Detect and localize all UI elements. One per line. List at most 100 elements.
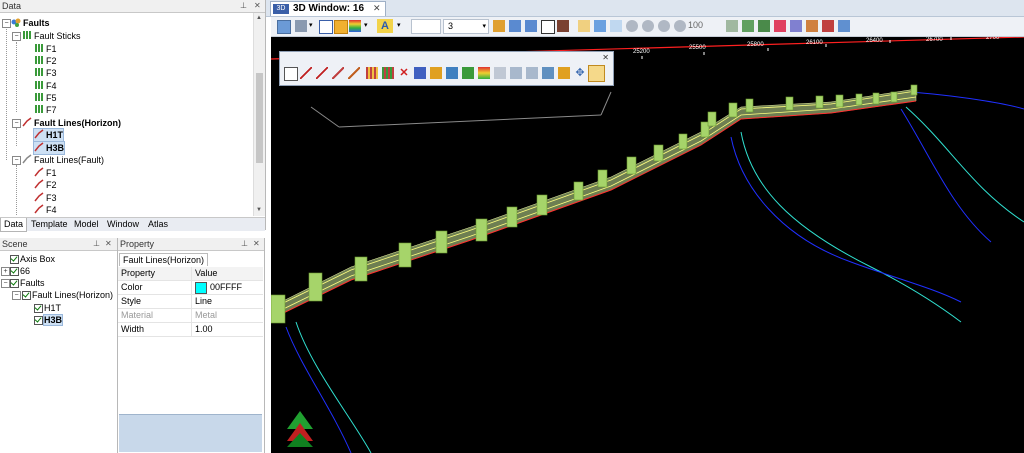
edit-stick-icon[interactable] — [332, 67, 344, 79]
tree-item-fault-stick[interactable]: F5 — [34, 92, 57, 104]
toolbar-colorbar-icon[interactable] — [349, 20, 361, 32]
tree-item-fault-stick[interactable]: F2 — [34, 55, 57, 67]
color-swatch[interactable] — [195, 281, 207, 294]
toolbar-well-icon[interactable] — [806, 20, 818, 32]
dropdown-arrow-icon[interactable]: ▾ — [482, 20, 486, 33]
3d-scene[interactable]: 25200 25500 25800 26100 26400 26700 2700 — [271, 37, 1024, 453]
close-toolbar-icon[interactable]: ✕ — [602, 53, 609, 62]
tree-item-fault-line[interactable]: F2 — [34, 179, 57, 191]
collapse-icon[interactable]: − — [1, 279, 10, 288]
fit-view-icon[interactable] — [588, 65, 605, 82]
scroll-thumb[interactable] — [256, 73, 263, 163]
tab-model[interactable]: Model — [71, 218, 102, 231]
tab-atlas[interactable]: Atlas — [145, 218, 171, 231]
fault-tool-10-icon[interactable] — [558, 67, 570, 79]
toolbar-mesh-icon[interactable] — [790, 20, 802, 32]
tab-data[interactable]: Data — [0, 218, 28, 232]
toolbar-pan-icon[interactable] — [525, 20, 537, 32]
tree-item-fault-stick[interactable]: F3 — [34, 67, 57, 79]
visibility-checkbox[interactable] — [22, 291, 31, 301]
fault-tool-3-icon[interactable] — [446, 67, 458, 79]
toolbar-slice-z-icon[interactable] — [610, 20, 622, 32]
scroll-up-icon[interactable]: ▲ — [256, 15, 262, 21]
scene-item-h3b[interactable]: H3B — [34, 314, 64, 326]
property-row-style[interactable]: Style Line — [118, 295, 263, 309]
play-end-icon[interactable] — [674, 20, 686, 32]
tree-node-faults[interactable]: − Faults — [0, 17, 50, 29]
fault-tool-4-icon[interactable] — [462, 67, 474, 79]
fault-tool-9-icon[interactable] — [542, 67, 554, 79]
tree-item-horizon-line[interactable]: H1T — [32, 128, 65, 142]
fault-tool-8-icon[interactable] — [526, 67, 538, 79]
toolbar-rotate-icon[interactable] — [509, 20, 521, 32]
toolbar-window-icon[interactable] — [319, 20, 333, 34]
toolbar-ruler-icon[interactable] — [493, 20, 505, 32]
toolbar-slice-y-icon[interactable] — [594, 20, 606, 32]
grid-stick-icon[interactable] — [366, 67, 378, 79]
toolbar-zoom-icon[interactable] — [838, 20, 850, 32]
move-tool-icon[interactable]: ✥ — [574, 67, 586, 79]
3d-viewport[interactable]: 25200 25500 25800 26100 26400 26700 2700 — [271, 37, 1024, 453]
toolbar-blank-input[interactable] — [411, 19, 441, 34]
fault-tool-5-icon[interactable] — [478, 67, 490, 79]
fault-surface-band[interactable] — [271, 88, 917, 320]
tree-item-horizon-line[interactable]: H3B — [32, 141, 66, 155]
fault-tool-6-icon[interactable] — [494, 67, 506, 79]
property-value[interactable]: 1.00 — [192, 323, 263, 336]
toolbar-slice-x-icon[interactable] — [578, 20, 590, 32]
property-row-width[interactable]: Width 1.00 — [118, 323, 263, 337]
scene-item-h1t[interactable]: H1T — [34, 302, 61, 314]
toolbar-image-icon[interactable] — [277, 20, 291, 34]
scroll-down-icon[interactable]: ▼ — [256, 207, 262, 213]
collapse-icon[interactable]: − — [12, 291, 21, 300]
collapse-icon[interactable]: − — [12, 156, 21, 165]
dropdown-arrow-icon[interactable]: ▾ — [309, 21, 313, 29]
merge-stick-icon[interactable] — [382, 67, 394, 79]
tree-item-fault-line[interactable]: F1 — [34, 167, 57, 179]
toolbar-text-icon[interactable]: A — [377, 19, 393, 33]
toolbar-layout-icon[interactable] — [334, 20, 348, 34]
toolbar-surface1-icon[interactable] — [726, 20, 738, 32]
toolbar-fault-icon[interactable] — [822, 20, 834, 32]
toolbar-surface2-icon[interactable] — [742, 20, 754, 32]
dropdown-arrow-icon[interactable]: ▾ — [364, 21, 368, 29]
tree-item-fault-stick[interactable]: F7 — [34, 104, 57, 116]
toolbar-surface3-icon[interactable] — [758, 20, 770, 32]
scene-item-fault-lines[interactable]: − Fault Lines(Horizon) — [12, 289, 113, 301]
property-tab[interactable]: Fault Lines(Horizon) — [119, 253, 209, 266]
toolbar-export-icon[interactable] — [295, 20, 307, 32]
play-icon[interactable] — [642, 20, 654, 32]
pin-icon[interactable]: ⊥ — [241, 238, 248, 250]
close-icon[interactable]: ✕ — [253, 238, 260, 250]
tree-node-fault-lines-horizon[interactable]: − Fault Lines(Horizon) — [0, 117, 121, 129]
pause-icon[interactable] — [658, 20, 670, 32]
visibility-checkbox[interactable] — [10, 279, 19, 289]
fault-tool-7-icon[interactable] — [510, 67, 522, 79]
close-icon[interactable]: ✕ — [105, 238, 112, 250]
close-tab-icon[interactable]: ✕ — [373, 3, 381, 14]
fault-tool-2-icon[interactable] — [430, 67, 442, 79]
collapse-icon[interactable]: − — [12, 32, 21, 41]
collapse-icon[interactable]: − — [12, 119, 21, 128]
property-value[interactable]: Line — [192, 295, 263, 308]
pin-icon[interactable]: ⊥ — [240, 0, 247, 12]
visibility-checkbox[interactable] — [10, 255, 19, 265]
speed-value[interactable]: 100 — [688, 20, 703, 30]
tab-template[interactable]: Template — [28, 218, 71, 231]
tree-node-fault-sticks[interactable]: − Fault Sticks — [0, 30, 81, 42]
close-icon[interactable]: ✕ — [254, 0, 261, 12]
collapse-icon[interactable]: − — [2, 19, 11, 28]
draw-stick-icon[interactable] — [316, 67, 328, 79]
window-tab[interactable]: 3D 3D Window: 16 ✕ — [270, 1, 386, 16]
expand-icon[interactable]: + — [1, 267, 10, 276]
visibility-checkbox[interactable] — [34, 316, 43, 326]
visibility-checkbox[interactable] — [10, 267, 19, 277]
scene-item-axis-box[interactable]: Axis Box — [10, 253, 55, 265]
toolbar-color-icon[interactable] — [774, 20, 786, 32]
tree-item-fault-line[interactable]: F3 — [34, 192, 57, 204]
visibility-checkbox[interactable] — [34, 304, 43, 314]
property-value[interactable]: 00FFFF — [192, 281, 263, 294]
tree-item-fault-stick[interactable]: F1 — [34, 43, 57, 55]
spin-value-input[interactable]: 3 ▾ — [443, 19, 489, 34]
curve-stick-icon[interactable] — [348, 67, 360, 79]
